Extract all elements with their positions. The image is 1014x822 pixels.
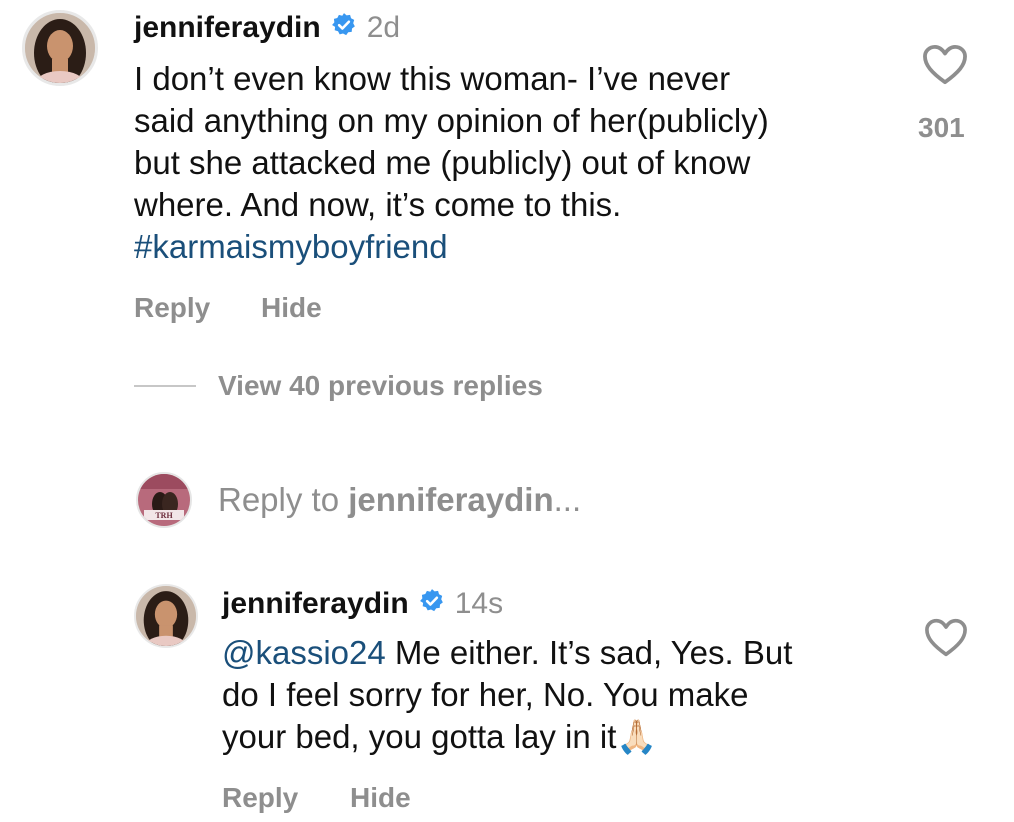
reply-line-text: Me either. It’s sad, Yes. But [385,634,793,671]
comment-header: jenniferaydin 2d [134,12,400,43]
praying-hands-emoji: 🙏🏻 [616,718,658,755]
comment-line: where. And now, it’s come to this. [134,186,622,223]
comment-body: I don’t even know this woman- I’ve never… [134,58,894,268]
reply-button[interactable]: Reply [134,292,210,324]
comment-username[interactable]: jenniferaydin [134,12,321,43]
reply-line: do I feel sorry for her, No. You make [222,676,749,713]
reply-input[interactable]: Reply to jenniferaydin... [218,481,581,519]
comment-line: said anything on my opinion of her(publi… [134,102,769,139]
avatar[interactable] [22,10,98,86]
reply-avatar-image [136,586,196,646]
reply-line-text: your bed, you gotta lay in it [222,718,617,755]
reply-reply-button[interactable]: Reply [222,782,298,814]
reply-line: @kassio24 Me either. It’s sad, Yes. But [222,632,902,674]
like-count: 301 [918,112,965,143]
comment-timestamp: 2d [366,10,401,44]
reply-header: jenniferaydin 14s [222,588,503,619]
reply-like-button[interactable] [924,618,968,663]
reply-body: @kassio24 Me either. It’s sad, Yes. But … [222,632,902,758]
reply-line: your bed, you gotta lay in it🙏🏻 [222,716,902,758]
reply-timestamp: 14s [454,586,504,620]
reply-input-suffix: ... [553,481,582,518]
comment-line: I don’t even know this woman- I’ve never [134,60,731,97]
reply-hide-button[interactable]: Hide [350,782,411,814]
verified-badge-icon [419,588,445,619]
view-previous-replies-button[interactable]: View 40 previous replies [218,370,543,402]
reply-input-target: jenniferaydin [348,481,554,518]
composer-avatar-image: TRH [138,474,190,526]
composer-avatar: TRH [136,472,192,528]
like-button[interactable] [922,44,968,91]
replies-divider [134,385,196,387]
heart-outline-icon [925,618,967,657]
heart-outline-icon [923,44,967,85]
verified-badge-icon [331,12,357,43]
comment-line: but she attacked me (publicly) out of kn… [134,144,751,181]
hide-button[interactable]: Hide [261,292,322,324]
avatar-image [25,13,95,83]
reply-username[interactable]: jenniferaydin [222,588,409,619]
svg-text:TRH: TRH [155,511,173,520]
hashtag-link[interactable]: #karmaismyboyfriend [134,226,894,268]
reply-avatar[interactable] [134,584,198,648]
mention-link[interactable]: @kassio24 [222,634,386,671]
reply-input-prefix: Reply to [218,481,340,518]
